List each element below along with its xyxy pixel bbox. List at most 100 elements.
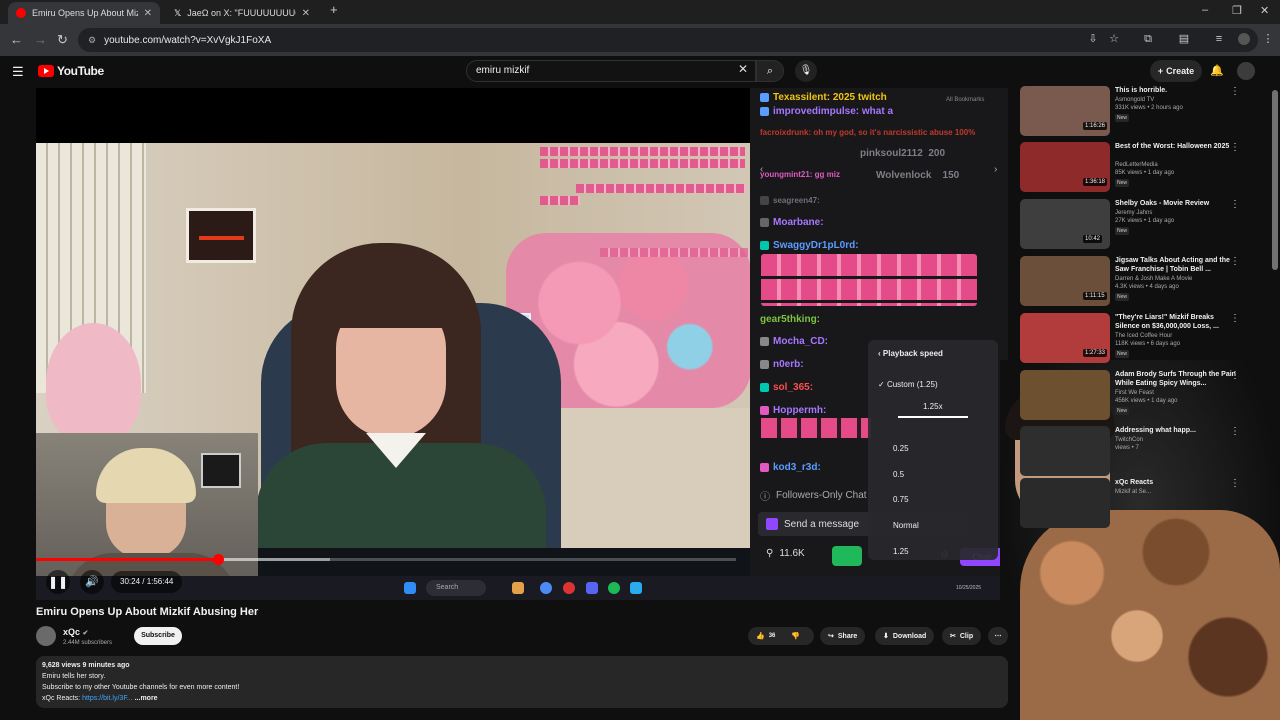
video-thumbnail[interactable] — [1020, 426, 1110, 476]
close-window-button[interactable]: ✕ — [1260, 4, 1269, 17]
channel-name-text: xQc — [63, 627, 81, 637]
reload-icon[interactable]: ↻ — [57, 32, 68, 48]
more-link[interactable]: ...more — [135, 695, 158, 702]
progress-buffer — [218, 558, 330, 561]
dislike-icon[interactable]: 👎 — [791, 632, 800, 640]
recommendation-channel[interactable]: The Iced Coffee Hour — [1115, 333, 1172, 339]
recommendation-title[interactable]: xQc Reacts — [1115, 478, 1240, 487]
chat-text: sol_365: — [773, 382, 814, 393]
kebab-menu-icon[interactable]: ⋮ — [1230, 142, 1240, 153]
recommendation-item[interactable]: 1:36:18 Best of the Worst: Halloween 2025… — [1020, 142, 1260, 194]
youtube-play-icon — [38, 65, 54, 77]
recommendation-item[interactable]: Addressing what happ... TwitchCon views • … — [1020, 426, 1260, 478]
scrollbar[interactable] — [1272, 90, 1278, 270]
recommendation-channel[interactable]: Mizkif at Se... — [1115, 489, 1151, 495]
more-actions-button[interactable]: ⋯ — [988, 627, 1008, 645]
hamburger-icon[interactable]: ☰ — [12, 64, 24, 80]
chat-message: facroixdrunk: oh my god, so it's narciss… — [760, 128, 975, 137]
restore-button[interactable]: ❐ — [1232, 4, 1242, 17]
recommendation-channel[interactable]: First We Feast — [1115, 390, 1154, 396]
like-icon[interactable]: 👍 — [756, 632, 765, 640]
recommendation-item[interactable]: 10:42 Shelby Oaks - Movie Review Jeremy Ja… — [1020, 199, 1260, 251]
tab-x[interactable]: 𝕏 JaeΩ on X: "FUUUUUUUUCK I ✕ — [166, 2, 318, 24]
kebab-menu-icon[interactable]: ⋮ — [1262, 33, 1274, 45]
recommendation-title[interactable]: Jigsaw Talks About Acting and the Saw Fr… — [1115, 256, 1240, 274]
video-fireplace — [186, 208, 256, 263]
description-box[interactable]: 9,628 views 9 minutes ago Emiru tells he… — [36, 656, 1008, 708]
tab-youtube[interactable]: Emiru Opens Up About Mizkif ✕ — [8, 2, 160, 24]
kebab-menu-icon[interactable]: ⋮ — [1230, 313, 1240, 324]
share-button[interactable]: ↪ Share — [820, 627, 866, 645]
recommendation-item[interactable]: 1:16:26 This is horrible. Asmongold TV 331K… — [1020, 86, 1260, 138]
recommendation-title[interactable]: Best of the Worst: Halloween 2025 — [1115, 142, 1240, 151]
search-input[interactable]: emiru mizkif — [466, 60, 756, 82]
kebab-menu-icon[interactable]: ⋮ — [1230, 370, 1240, 381]
url-bar[interactable]: ⚙ youtube.com/watch?v=XvVgkJ1FoXA — [78, 28, 1258, 52]
recommendation-channel[interactable]: Asmongold TV — [1115, 97, 1154, 103]
chevron-right-icon[interactable]: › — [994, 164, 997, 175]
download-button[interactable]: ⬇ Download — [875, 627, 935, 645]
bell-icon[interactable]: 🔔 — [1210, 64, 1224, 77]
progress-bar[interactable] — [36, 554, 736, 565]
channel-avatar[interactable] — [36, 626, 56, 646]
channel-name[interactable]: xQc ✔ — [63, 627, 88, 637]
gift-button[interactable] — [832, 546, 862, 566]
download-icon: ⬇ — [883, 633, 889, 640]
scrubber-handle[interactable] — [213, 554, 224, 565]
kebab-menu-icon[interactable]: ⋮ — [1230, 199, 1240, 210]
kebab-menu-icon[interactable]: ⋮ — [1230, 426, 1240, 437]
recommendation-title[interactable]: Shelby Oaks - Movie Review — [1115, 199, 1240, 208]
recommendation-item[interactable]: 1:27:33 "They're Liars!" Mizkif Breaks Si… — [1020, 313, 1260, 365]
bookmark-star-icon[interactable]: ☆ — [1108, 33, 1120, 45]
kebab-menu-icon[interactable]: ⋮ — [1230, 478, 1240, 489]
recommendation-title[interactable]: Adam Brody Surfs Through the Pain While … — [1115, 370, 1240, 388]
close-icon[interactable]: ✕ — [738, 62, 748, 76]
video-player[interactable]: Texassilent: 2025 twitch improvedimpulse… — [36, 88, 1008, 600]
site-info-icon[interactable]: ⚙ — [88, 35, 96, 46]
subscribe-button[interactable]: Subscribe — [134, 627, 182, 645]
extensions-icon[interactable]: ⧉ — [1142, 33, 1154, 45]
mic-button[interactable]: 🎙 — [795, 60, 817, 82]
back-arrow-icon[interactable]: ← — [10, 32, 23, 47]
recommendation-channel[interactable]: Jeremy Jahns — [1115, 210, 1152, 216]
close-icon[interactable]: ✕ — [144, 8, 152, 19]
recommendation-item[interactable]: xQc Reacts Mizkif at Se... ⋮ — [1020, 478, 1260, 530]
hype-name: pinksoul2112 — [860, 148, 923, 159]
video-thumbnail[interactable] — [1020, 370, 1110, 420]
recommendation-title[interactable]: This is horrible. — [1115, 86, 1240, 95]
side-panel-icon[interactable]: ▤ — [1178, 33, 1190, 45]
clip-button[interactable]: ✂ Clip — [942, 627, 982, 645]
recommendation-channel[interactable]: TwitchCon — [1115, 437, 1143, 443]
recommendation-item[interactable]: Adam Brody Surfs Through the Pain While … — [1020, 370, 1260, 422]
chat-text: facroixdrunk: oh my god, so it's narciss… — [760, 128, 976, 137]
search-button[interactable]: ⌕ — [756, 60, 784, 82]
avatar[interactable] — [1237, 62, 1255, 80]
minimize-button[interactable]: – — [1202, 4, 1208, 16]
create-button[interactable]: + Create — [1150, 60, 1202, 82]
pause-button[interactable]: ❚❚ — [46, 570, 70, 594]
youtube-logo[interactable]: YouTube — [38, 64, 104, 78]
recommendation-item[interactable]: 1:11:15 Jigsaw Talks About Acting and the… — [1020, 256, 1260, 308]
video-title: Emiru Opens Up About Mizkif Abusing Her — [36, 606, 259, 618]
video-thumbnail[interactable] — [1020, 478, 1110, 528]
verified-badge-icon — [760, 383, 769, 392]
profile-avatar-icon[interactable] — [1238, 33, 1250, 45]
kebab-menu-icon[interactable]: ⋮ — [1230, 256, 1240, 267]
description-link[interactable]: https://bit.ly/3F... — [82, 695, 133, 702]
recommendation-channel[interactable]: Darren & Josh Make A Movie — [1115, 276, 1192, 282]
new-tab-button[interactable]: + — [330, 2, 338, 17]
forward-arrow-icon[interactable]: → — [34, 32, 47, 47]
volume-button[interactable]: 🔊 — [80, 570, 104, 594]
chat-text: kod3_r3d: — [773, 462, 821, 473]
hype-value: 150 — [942, 170, 960, 181]
recommendation-title[interactable]: Addressing what happ... — [1115, 426, 1240, 435]
emote-row — [540, 159, 745, 168]
recommendation-channel[interactable]: RedLetterMedia — [1115, 162, 1158, 168]
kebab-menu-icon[interactable]: ⋮ — [1230, 86, 1240, 97]
chat-text: Hoppermh: — [773, 405, 827, 416]
close-icon[interactable]: ✕ — [302, 8, 310, 19]
speed-option: 1.25 — [893, 547, 909, 556]
install-app-icon[interactable]: ⇩ — [1087, 33, 1099, 45]
media-controls-icon[interactable]: ≡ — [1213, 33, 1225, 45]
recommendation-title[interactable]: "They're Liars!" Mizkif Breaks Silence o… — [1115, 313, 1240, 331]
